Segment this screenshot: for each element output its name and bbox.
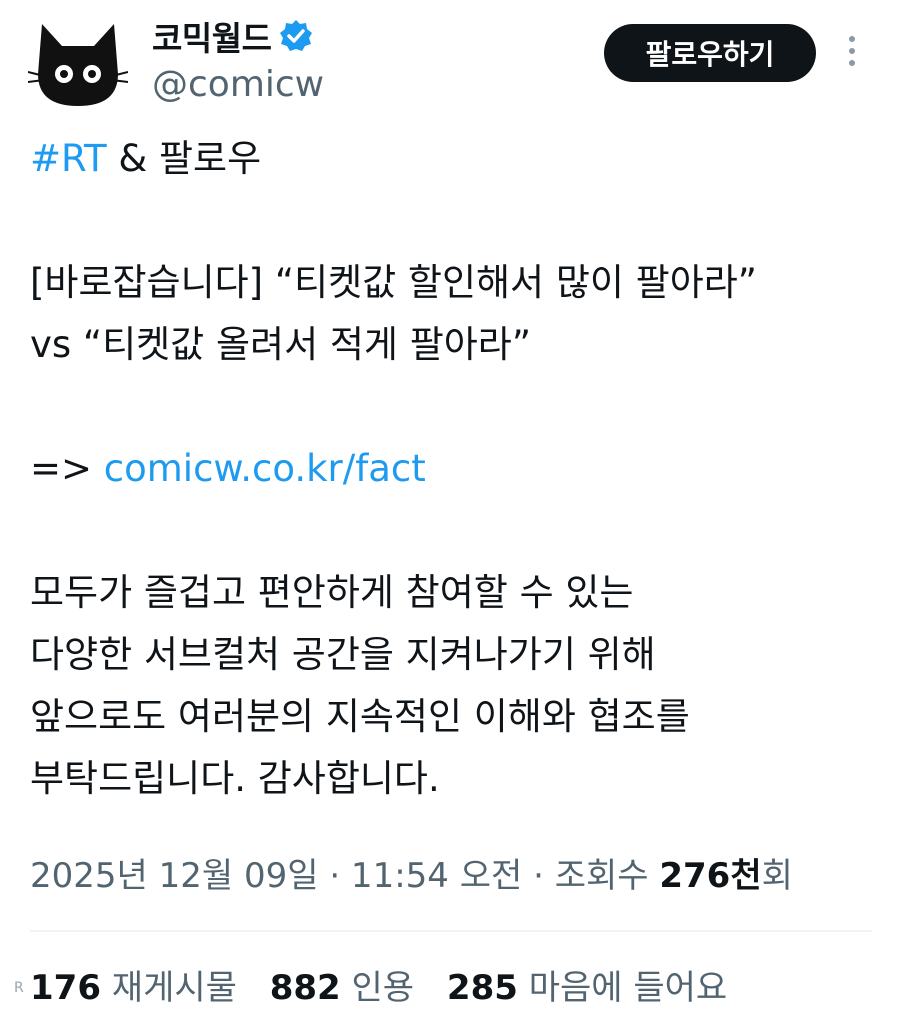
engagement-stats: 176 재게시물 882 인용 285 마음에 들어요 [30,960,749,1009]
like-count: 285 [446,968,518,1008]
view-count: 276천 [659,856,762,896]
tweet-header: 코믹월드 @comicw 팔로우하기 [0,0,900,120]
arrow-prefix: => [30,447,104,490]
more-vertical-icon[interactable] [842,36,862,70]
quote-stat[interactable]: 882 인용 [270,968,414,1008]
verified-badge-icon [280,20,313,51]
like-label: 마음에 들어요 [517,968,728,1008]
corner-mark: R [14,980,24,996]
tweet-line-1-text: & 팔로우 [106,137,262,180]
tweet-metadata: 2025년 12월 09일 · 11:54 오전 · 조회수 276천회 [30,848,793,897]
divider [30,930,872,932]
tweet-line-4: => comicw.co.kr/fact [30,438,880,500]
tweet-text: #RT & 팔로우 [바로잡습니다] “티켓값 할인해서 많이 팔아라” vs … [30,128,880,810]
quote-count: 882 [269,968,341,1008]
display-name[interactable]: 코믹월드 [152,12,272,60]
repost-count: 176 [30,968,101,1008]
author-handle[interactable]: @comicw [152,64,324,105]
view-count-suffix: 회 [761,856,793,896]
repost-label: 재게시물 [100,968,237,1008]
black-cat-icon [27,24,129,106]
author-name-row: 코믹월드 [152,12,313,60]
hashtag-link[interactable]: #RT [30,137,107,180]
tweet-line-3: vs “티켓값 올려서 적게 팔아라” [30,323,531,366]
repost-stat[interactable]: 176 재게시물 [30,968,237,1008]
tweet-line-6: 다양한 서브컬처 공간을 지켜나가기 위해 [30,633,656,676]
fact-link[interactable]: comicw.co.kr/fact [104,447,426,490]
follow-button[interactable]: 팔로우하기 [604,24,816,82]
avatar[interactable] [27,16,129,112]
tweet-line-5: 모두가 즐겁고 편안하게 참여할 수 있는 [30,571,634,614]
tweet-line-2: [바로잡습니다] “티켓값 할인해서 많이 팔아라” [30,261,757,304]
tweet-line-1: #RT & 팔로우 [30,128,880,190]
tweet-datetime[interactable]: 2025년 12월 09일 · 11:54 오전 · 조회수 [30,856,659,896]
quote-label: 인용 [340,968,415,1008]
like-stat[interactable]: 285 마음에 들어요 [447,968,727,1008]
tweet-line-7: 앞으로도 여러분의 지속적인 이해와 협조를 [30,695,690,738]
tweet-line-8: 부탁드립니다. 감사합니다. [30,757,440,800]
